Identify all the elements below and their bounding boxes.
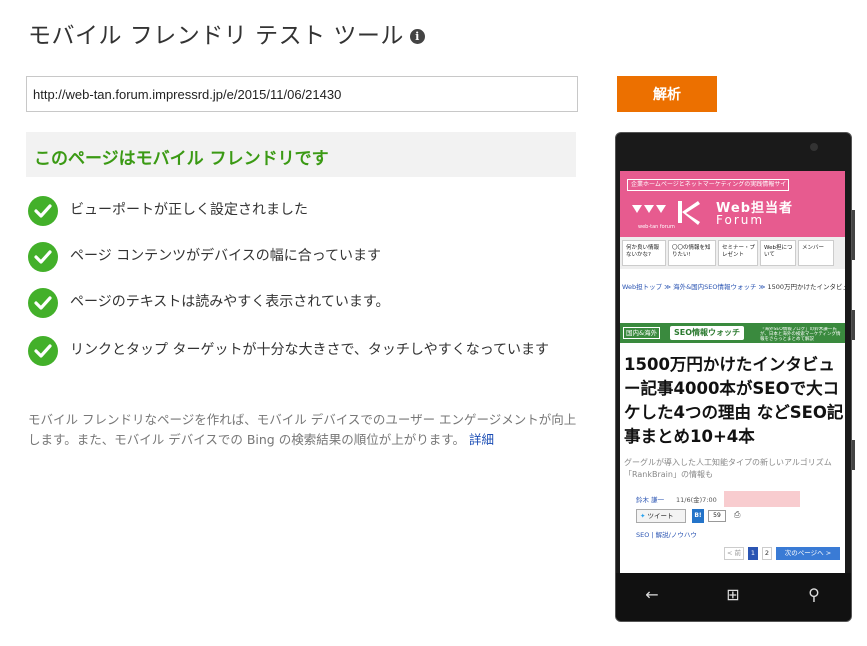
description: モバイル フレンドリなページを作れば、モバイル デバイスでのユーザー エンゲージ… — [28, 410, 578, 450]
result-banner: このページはモバイル フレンドリです — [26, 132, 576, 177]
check-text: リンクとタップ ターゲットが十分な大きさで、タッチしやすくなっています — [70, 342, 550, 358]
site-header-tag: 企業ホームページとネットマーケティングの実践情報サイト — [627, 179, 789, 191]
description-text: モバイル フレンドリなページを作れば、モバイル デバイスでのユーザー エンゲージ… — [28, 412, 577, 447]
band-title: SEO情報ウォッチ — [670, 326, 745, 340]
back-icon[interactable]: ← — [642, 585, 662, 605]
author-link[interactable]: 鈴木 謙一 — [636, 494, 664, 504]
band-tag: 国内&海外 — [623, 327, 661, 339]
bookmark-count: 59 — [708, 510, 726, 522]
article-tags[interactable]: SEO | 解説/ノウハウ — [636, 529, 697, 539]
breadcrumb-current: 1500万円かけたインタビュ... — [767, 283, 845, 291]
article-headline: 1500万円かけたインタビュー記事4000本がSEOで大コケした4つの理由 など… — [624, 355, 844, 446]
checkmark-icon — [28, 242, 58, 272]
article-date: 11/6(金)7:00 — [676, 496, 717, 504]
print-icon[interactable]: ⎙ — [734, 510, 740, 520]
bookmark-icon[interactable]: B! — [692, 509, 704, 523]
result-banner-text: このページはモバイル フレンドリです — [34, 149, 329, 169]
tweet-label: ツイート — [647, 512, 674, 520]
search-icon[interactable]: ⚲ — [804, 585, 824, 605]
nav-item[interactable]: セミナー・プレゼント — [718, 240, 758, 266]
checkmark-icon — [28, 288, 58, 318]
nav-item[interactable]: Web担について — [760, 240, 796, 266]
pager-page-1[interactable]: 1 — [748, 547, 758, 560]
phone-nav-bar: ← ⊞ ⚲ — [616, 573, 851, 621]
windows-home-icon[interactable]: ⊞ — [723, 585, 743, 605]
check-item-content-width: ページ コンテンツがデバイスの幅に合っています — [28, 242, 578, 272]
pager-prev[interactable]: < 前 — [724, 547, 744, 560]
site-nav: 何か良い情報ないかな? 〇〇の情報を知りたい! セミナー・プレゼント Web担に… — [620, 237, 845, 269]
nav-item[interactable]: メンバー — [798, 240, 834, 266]
page-title: モバイル フレンドリ テスト ツール i — [28, 16, 425, 50]
checkmark-icon — [28, 336, 58, 366]
url-input[interactable] — [26, 76, 578, 112]
breadcrumb: Web担トップ ≫ 海外&国内SEO情報ウォッチ ≫ 1500万円かけたインタビ… — [622, 281, 845, 291]
nav-item[interactable]: 〇〇の情報を知りたい! — [668, 240, 716, 266]
breadcrumb-links[interactable]: Web担トップ ≫ 海外&国内SEO情報ウォッチ ≫ — [622, 283, 765, 291]
article-subtitle: グーグルが導入した人工知能タイプの新しいアルゴリズム「RankBrain」の情報… — [624, 458, 832, 479]
camera-icon — [810, 143, 818, 151]
check-text: ページのテキストは読みやすく表示されています。 — [70, 294, 390, 310]
section-band: 国内&海外 SEO情報ウォッチ 「海外SEO情報ブログ」の鈴木謙一氏が、日本と海… — [620, 323, 845, 343]
check-text: ビューポートが正しく設定されました — [70, 202, 308, 218]
check-item-tap-targets: リンクとタップ ターゲットが十分な大きさで、タッチしやすくなっています — [28, 336, 578, 366]
check-item-text-readable: ページのテキストは読みやすく表示されています。 — [28, 288, 578, 318]
details-link[interactable]: 詳細 — [469, 432, 494, 447]
page-title-text: モバイル フレンドリ テスト ツール — [28, 23, 404, 49]
analyze-button[interactable]: 解析 — [617, 76, 717, 112]
checkmark-icon — [28, 196, 58, 226]
pager-next[interactable]: 次のページへ > — [776, 547, 840, 560]
check-text: ページ コンテンツがデバイスの幅に合っています — [70, 248, 382, 264]
nav-item[interactable]: 何か良い情報ないかな? — [622, 240, 666, 266]
site-logo-icon: web-tan forum — [632, 201, 700, 230]
site-header: 企業ホームページとネットマーケティングの実践情報サイト web-tan foru… — [620, 171, 845, 237]
phone-preview: 企業ホームページとネットマーケティングの実践情報サイト web-tan foru… — [615, 132, 852, 622]
site-sub: Forum — [716, 213, 765, 227]
ad-box — [724, 491, 800, 507]
phone-screen: 企業ホームページとネットマーケティングの実践情報サイト web-tan foru… — [620, 171, 845, 573]
logo-caption: web-tan forum — [638, 224, 675, 230]
check-item-viewport: ビューポートが正しく設定されました — [28, 196, 578, 226]
pager-page-2[interactable]: 2 — [762, 547, 772, 560]
tweet-button[interactable]: ✦ ツイート — [636, 509, 686, 523]
band-note: 「海外SEO情報ブログ」の鈴木謙一氏が、日本と海外の検索マーケティング情報をさら… — [760, 327, 841, 342]
info-icon[interactable]: i — [409, 29, 425, 44]
twitter-icon: ✦ — [640, 512, 646, 520]
